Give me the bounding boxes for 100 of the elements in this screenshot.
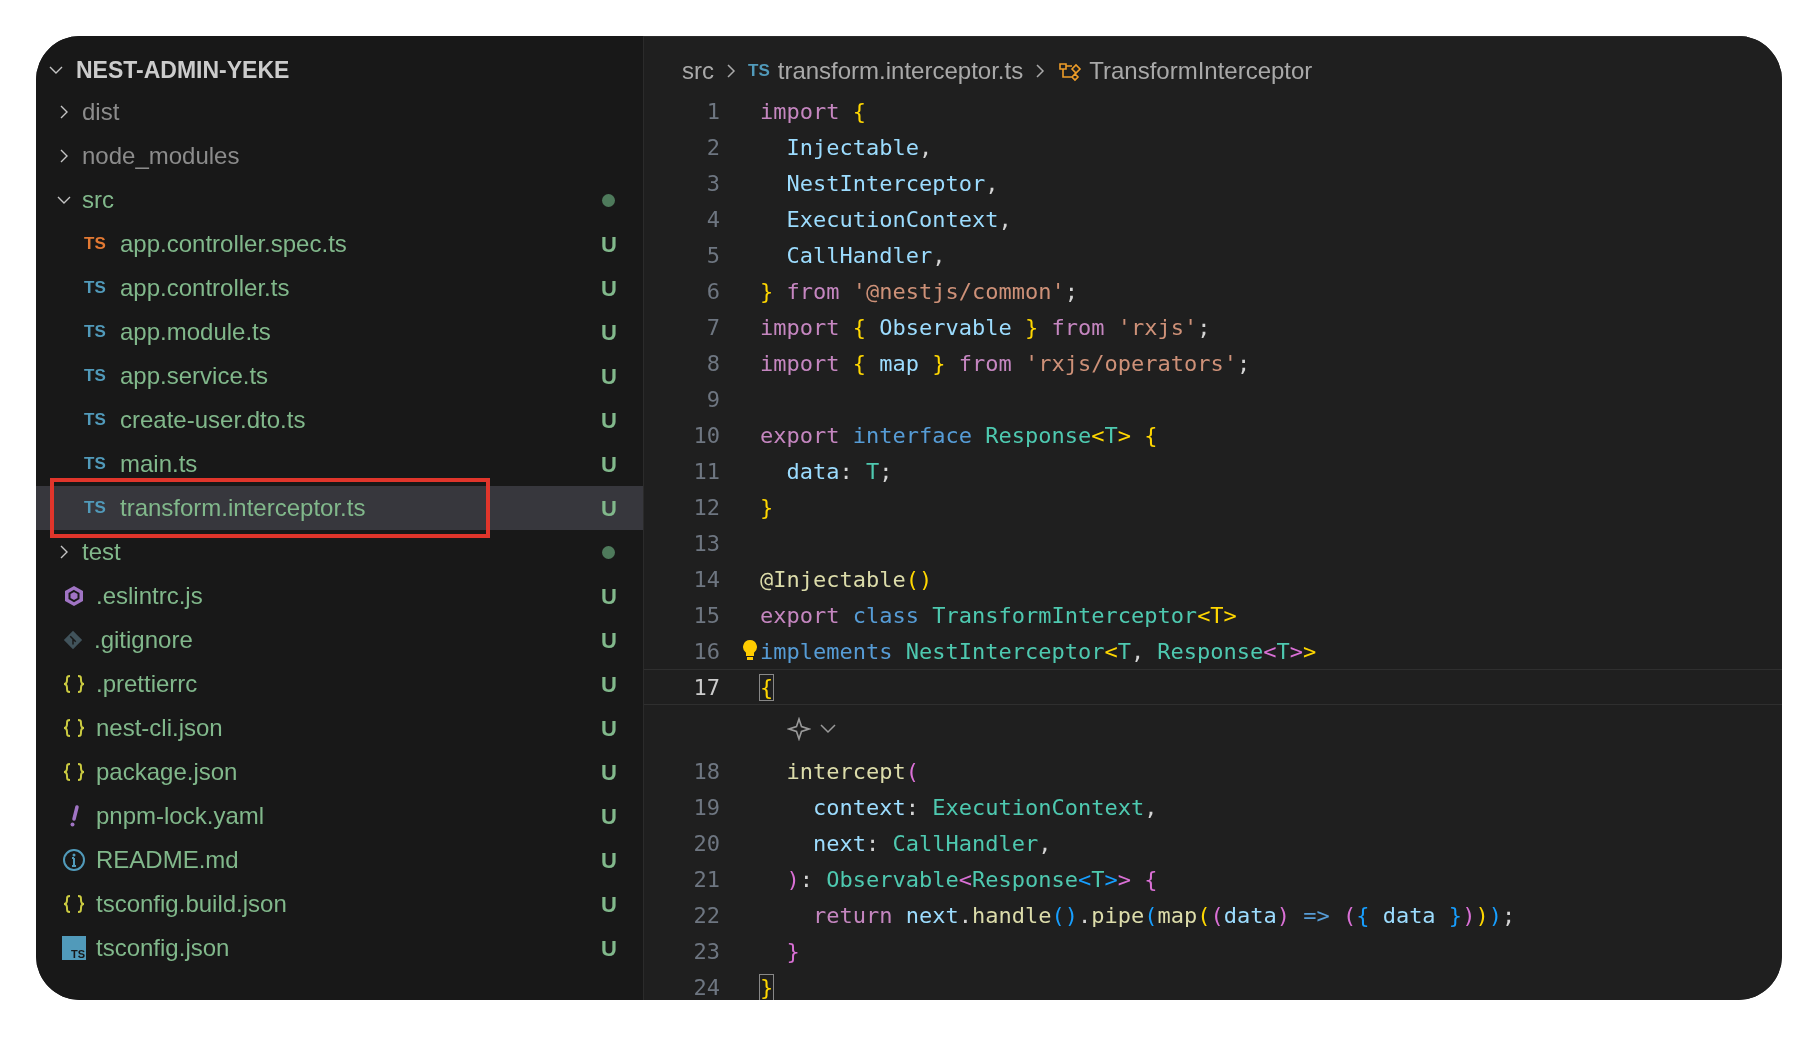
- folder-item[interactable]: test: [36, 530, 643, 574]
- breadcrumb-item[interactable]: src: [682, 53, 714, 89]
- file-name: pnpm-lock.yaml: [96, 801, 265, 831]
- exclamation-icon: [67, 804, 81, 828]
- file-item[interactable]: TS app.module.ts U: [36, 310, 643, 354]
- code-line: ): Observable<Response<T>> {: [785, 865, 1158, 894]
- file-item[interactable]: .eslintrc.js U: [36, 574, 643, 618]
- line-number: 24: [692, 973, 720, 1000]
- file-name: app.controller.ts: [120, 273, 290, 303]
- git-status-label: U: [601, 406, 617, 435]
- file-name: tsconfig.json: [96, 933, 230, 963]
- git-status-label: U: [601, 846, 617, 875]
- chevron-down-icon[interactable]: [819, 723, 837, 735]
- line-number: 6: [705, 277, 720, 306]
- file-item[interactable]: nest-cli.json U: [36, 706, 643, 750]
- line-number: 18: [692, 757, 720, 786]
- file-item[interactable]: .prettierrc U: [36, 662, 643, 706]
- folder-item[interactable]: src: [36, 178, 643, 222]
- file-item[interactable]: TS main.ts U: [36, 442, 643, 486]
- git-status-label: U: [601, 362, 617, 391]
- git-status-label: U: [601, 714, 617, 743]
- line-number: 13: [692, 529, 720, 558]
- code-line: export class TransformInterceptor<T>: [760, 601, 1237, 630]
- file-name: app.controller.spec.ts: [120, 229, 347, 259]
- file-item[interactable]: TS app.controller.spec.ts U: [36, 222, 643, 266]
- line-number: 21: [692, 865, 720, 894]
- git-status-label: U: [601, 670, 617, 699]
- folder-item[interactable]: node_modules: [36, 134, 643, 178]
- git-status-label: U: [601, 582, 617, 611]
- lightbulb-icon[interactable]: [742, 639, 758, 663]
- file-item[interactable]: TS app.controller.ts U: [36, 266, 643, 310]
- line-number: 17: [692, 673, 720, 702]
- ts-file-icon: TS: [84, 363, 110, 389]
- line-number: 8: [705, 349, 720, 378]
- git-status-label: U: [601, 934, 617, 963]
- line-number: 15: [692, 601, 720, 630]
- file-name: package.json: [96, 757, 238, 787]
- code-line: context: ExecutionContext,: [811, 793, 1158, 822]
- code-line: return next.handle().pipe(map((data) => ({ data })));: [811, 901, 1516, 930]
- git-status-label: U: [601, 450, 617, 479]
- file-item[interactable]: tsconfig.build.json U: [36, 882, 643, 926]
- line-number: 14: [692, 565, 720, 594]
- line-number: 11: [692, 457, 720, 486]
- line-number: 7: [705, 313, 720, 342]
- file-name: dist: [82, 97, 120, 127]
- line-number: 2: [705, 133, 720, 162]
- file-name: node_modules: [82, 141, 240, 171]
- git-status-label: U: [601, 802, 617, 831]
- line-number: 16: [692, 637, 720, 666]
- file-name: test: [82, 537, 121, 567]
- file-name: .gitignore: [94, 625, 193, 655]
- file-item[interactable]: pnpm-lock.yaml U: [36, 794, 643, 838]
- file-item[interactable]: TS transform.interceptor.ts U: [36, 486, 643, 530]
- line-number: 22: [692, 901, 720, 930]
- code-line: data: T;: [785, 457, 893, 486]
- code-line: @Injectable(): [760, 565, 933, 594]
- file-name: main.ts: [120, 449, 198, 479]
- file-name: .prettierrc: [96, 669, 198, 699]
- braces-icon: [62, 894, 86, 914]
- ts-file-icon: TS: [748, 58, 770, 84]
- line-number: 23: [692, 937, 720, 966]
- folder-item[interactable]: dist: [36, 90, 643, 134]
- ts-file-icon: TS: [84, 495, 110, 521]
- diamond-icon: [62, 629, 84, 651]
- file-name: app.module.ts: [120, 317, 271, 347]
- hexagon-icon: [62, 584, 86, 608]
- code-line: }: [760, 493, 774, 522]
- code-line: CallHandler,: [785, 241, 946, 270]
- code-line: import {: [760, 97, 866, 126]
- git-status-label: U: [601, 274, 617, 303]
- code-line: import { map } from 'rxjs/operators';: [760, 349, 1251, 378]
- file-name: src: [82, 185, 114, 215]
- sparkle-icon[interactable]: [787, 717, 811, 741]
- line-number: 5: [705, 241, 720, 270]
- git-status-label: U: [601, 626, 617, 655]
- ts-config-icon: TS: [62, 936, 86, 960]
- file-item[interactable]: .gitignore U: [36, 618, 643, 662]
- ts-file-icon: TS: [84, 451, 110, 477]
- breadcrumb-item[interactable]: TransformInterceptor: [1089, 53, 1313, 89]
- file-item[interactable]: TS tsconfig.json U: [36, 926, 643, 970]
- braces-icon: [62, 762, 86, 782]
- file-item[interactable]: TS app.service.ts U: [36, 354, 643, 398]
- code-line: import { Observable } from 'rxjs';: [760, 313, 1211, 342]
- git-status-label: U: [601, 758, 617, 787]
- file-item[interactable]: package.json U: [36, 750, 643, 794]
- file-name: app.service.ts: [120, 361, 269, 391]
- chevron-icon: [724, 62, 738, 80]
- ts-file-icon: TS: [84, 231, 110, 257]
- file-item[interactable]: README.md U: [36, 838, 643, 882]
- code-line: {: [760, 673, 774, 702]
- breadcrumb-item[interactable]: transform.interceptor.ts: [777, 53, 1024, 89]
- line-number: 9: [705, 385, 720, 414]
- file-name: create-user.dto.ts: [120, 405, 306, 435]
- git-status-label: U: [601, 318, 617, 347]
- git-status-label: U: [601, 494, 617, 523]
- braces-icon: [62, 674, 86, 694]
- line-number: 1: [705, 97, 720, 126]
- ts-file-icon: TS: [84, 407, 110, 433]
- file-item[interactable]: TS create-user.dto.ts U: [36, 398, 643, 442]
- explorer-root-title: NEST-ADMIN-YEKE: [76, 55, 290, 85]
